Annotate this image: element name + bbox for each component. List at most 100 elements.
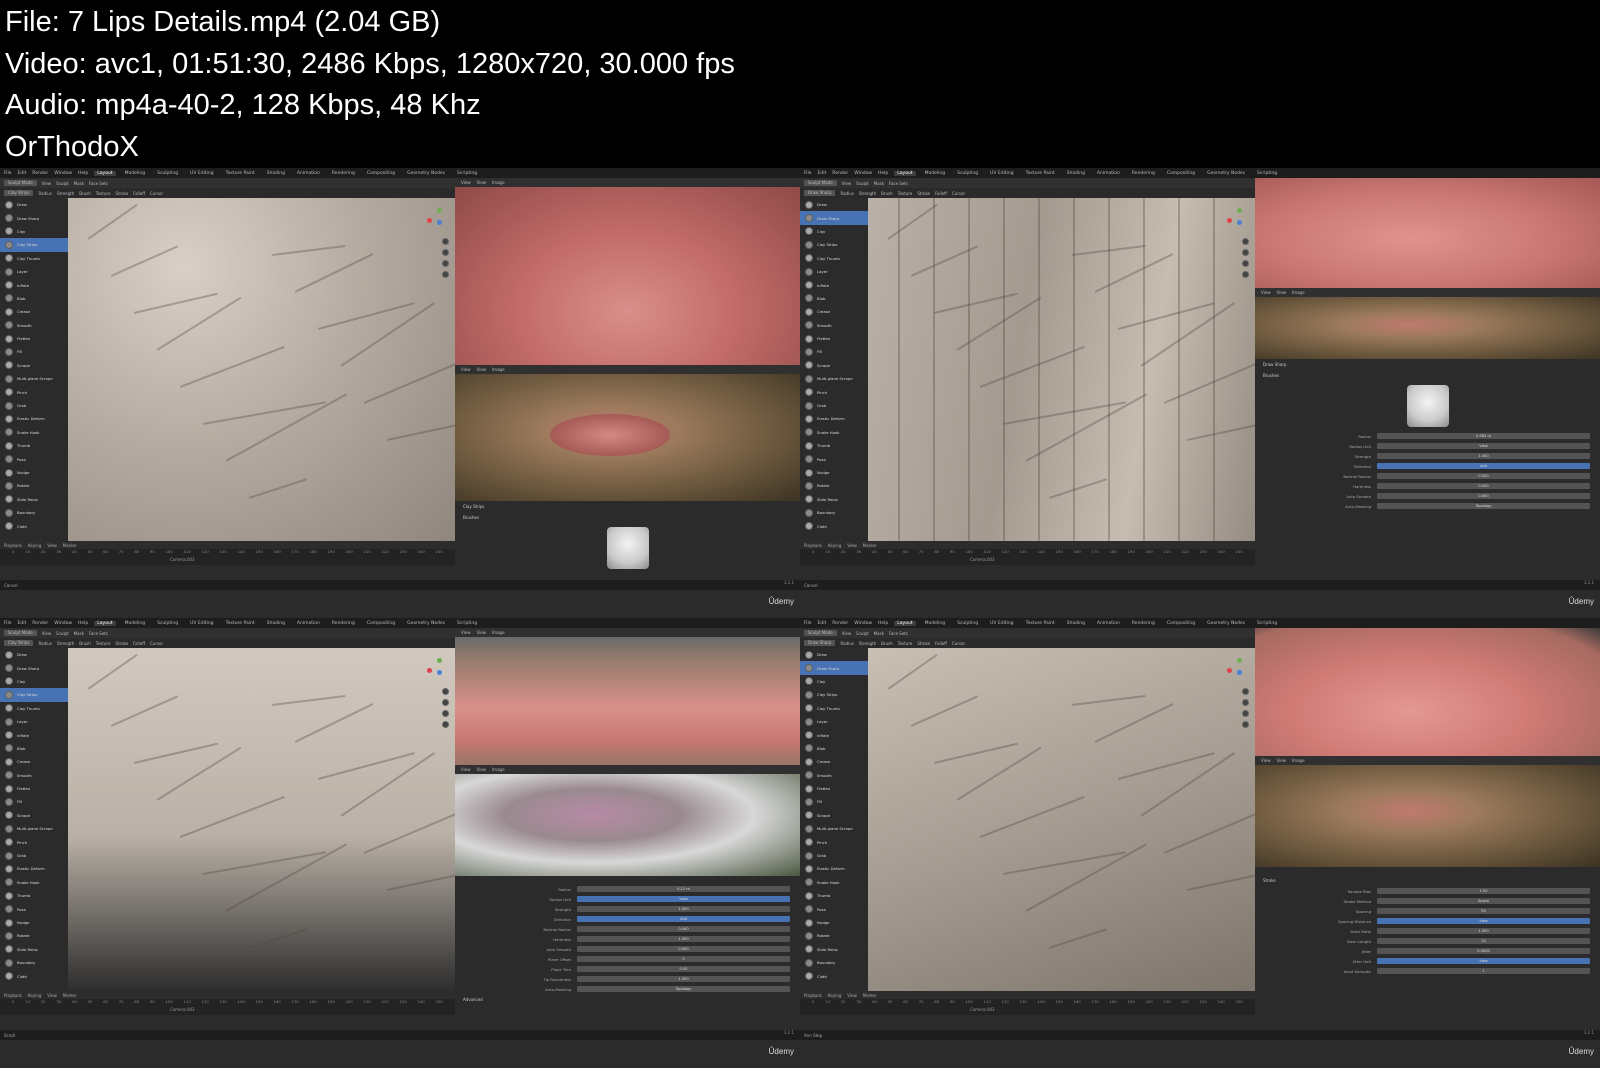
workspace-tab[interactable]: Texture Paint bbox=[223, 171, 258, 176]
timeline-menu[interactable]: Playback bbox=[804, 543, 822, 548]
hand-icon[interactable] bbox=[442, 699, 449, 706]
tool-smooth[interactable]: Smooth bbox=[800, 319, 868, 332]
brush-select[interactable]: Draw Sharp bbox=[804, 190, 836, 196]
zoom-icon[interactable] bbox=[442, 238, 449, 245]
menu-window[interactable]: Window bbox=[54, 621, 72, 626]
tool-setting[interactable]: Stroke bbox=[115, 641, 128, 646]
tool-crease[interactable]: Crease bbox=[0, 305, 68, 318]
timeline-menu[interactable]: Marker bbox=[863, 543, 877, 548]
tool-rotate[interactable]: Rotate bbox=[800, 479, 868, 492]
timeline-menu[interactable]: Playback bbox=[4, 993, 22, 998]
menu-render[interactable]: Render bbox=[832, 171, 848, 176]
tool-nudge[interactable]: Nudge bbox=[800, 916, 868, 929]
tool-pose[interactable]: Pose bbox=[0, 902, 68, 915]
tool-elastic-deform[interactable]: Elastic Deform bbox=[0, 412, 68, 425]
tool-slide-relax[interactable]: Slide Relax bbox=[0, 943, 68, 956]
tool-fill[interactable]: Fill bbox=[0, 795, 68, 808]
tool-setting[interactable]: Texture bbox=[96, 641, 111, 646]
workspace-tab[interactable]: Geometry Nodes bbox=[1204, 171, 1248, 176]
property-value[interactable]: 3% bbox=[1377, 908, 1590, 914]
timeline-menu[interactable]: View bbox=[847, 543, 857, 548]
tool-inflate[interactable]: Inflate bbox=[800, 278, 868, 291]
header-menu[interactable]: View bbox=[842, 631, 852, 636]
image-menu[interactable]: Image bbox=[1292, 290, 1305, 295]
header-menu[interactable]: Mask bbox=[874, 181, 884, 186]
tool-cloth[interactable]: Cloth bbox=[0, 969, 68, 982]
workspace-tab[interactable]: UV Editing bbox=[987, 171, 1016, 176]
workspace-tab[interactable]: Rendering bbox=[1129, 171, 1158, 176]
tool-slide-relax[interactable]: Slide Relax bbox=[800, 493, 868, 506]
tool-blob[interactable]: Blob bbox=[0, 292, 68, 305]
image-menu[interactable]: View bbox=[1261, 758, 1271, 763]
tool-setting[interactable]: Falloff bbox=[133, 191, 145, 196]
tool-clay[interactable]: Clay bbox=[800, 675, 868, 688]
image-menu[interactable]: Image bbox=[1292, 758, 1305, 763]
tool-clay[interactable]: Clay bbox=[0, 225, 68, 238]
workspace-tab[interactable]: Modeling bbox=[922, 621, 948, 626]
workspace-tab[interactable]: Animation bbox=[294, 621, 323, 626]
tool-rotate[interactable]: Rotate bbox=[0, 479, 68, 492]
menu-edit[interactable]: Edit bbox=[18, 171, 27, 176]
property-value[interactable]: 0.500 bbox=[1377, 473, 1590, 479]
mode-select[interactable]: Sculpt Mode bbox=[804, 180, 837, 186]
timeline-menu[interactable]: Keying bbox=[28, 543, 41, 548]
tool-thumb[interactable]: Thumb bbox=[800, 889, 868, 902]
workspace-tab[interactable]: Compositing bbox=[1164, 171, 1198, 176]
tool-blob[interactable]: Blob bbox=[800, 292, 868, 305]
timeline-menu[interactable]: View bbox=[847, 993, 857, 998]
tool-pinch[interactable]: Pinch bbox=[800, 385, 868, 398]
tool-setting[interactable]: Stroke bbox=[917, 641, 930, 646]
tool-setting[interactable]: Radius bbox=[38, 641, 51, 646]
workspace-tab[interactable]: UV Editing bbox=[187, 171, 216, 176]
tool-clay[interactable]: Clay bbox=[800, 225, 868, 238]
tool-setting[interactable]: Falloff bbox=[935, 191, 947, 196]
tool-fill[interactable]: Fill bbox=[800, 345, 868, 358]
tool-elastic-deform[interactable]: Elastic Deform bbox=[0, 862, 68, 875]
workspace-tab[interactable]: Scripting bbox=[1254, 621, 1280, 626]
image-menu[interactable]: View bbox=[477, 767, 487, 772]
tool-rotate[interactable]: Rotate bbox=[800, 929, 868, 942]
property-value[interactable]: Topology bbox=[577, 986, 790, 992]
image-menu[interactable]: View bbox=[477, 180, 487, 185]
header-menu[interactable]: View bbox=[42, 631, 52, 636]
workspace-tab[interactable]: Modeling bbox=[922, 171, 948, 176]
tool-setting[interactable]: Texture bbox=[898, 641, 913, 646]
tool-clay-thumb[interactable]: Clay Thumb bbox=[0, 252, 68, 265]
property-value[interactable]: 0 bbox=[577, 956, 790, 962]
property-value[interactable]: 1.000 bbox=[1377, 453, 1590, 459]
tool-elastic-deform[interactable]: Elastic Deform bbox=[800, 862, 868, 875]
sculpt-viewport[interactable] bbox=[868, 648, 1255, 991]
grid-icon[interactable] bbox=[1242, 721, 1249, 728]
property-value[interactable]: 1.000 bbox=[577, 936, 790, 942]
workspace-tab[interactable]: Texture Paint bbox=[223, 621, 258, 626]
tool-scrape[interactable]: Scrape bbox=[800, 809, 868, 822]
tool-clay[interactable]: Clay bbox=[0, 675, 68, 688]
grid-icon[interactable] bbox=[442, 721, 449, 728]
camera-icon[interactable] bbox=[1242, 260, 1249, 267]
tool-clay-thumb[interactable]: Clay Thumb bbox=[800, 252, 868, 265]
tool-nudge[interactable]: Nudge bbox=[0, 466, 68, 479]
tool-inflate[interactable]: Inflate bbox=[0, 278, 68, 291]
navigation-gizmo[interactable] bbox=[1225, 206, 1247, 228]
tool-clay-strips[interactable]: Clay Strips bbox=[800, 688, 868, 701]
menu-render[interactable]: Render bbox=[32, 171, 48, 176]
workspace-tab[interactable]: Sculpting bbox=[154, 171, 181, 176]
property-value[interactable]: 1.00 bbox=[1377, 888, 1590, 894]
menu-window[interactable]: Window bbox=[854, 621, 872, 626]
image-menu[interactable]: View bbox=[1277, 290, 1287, 295]
tool-thumb[interactable]: Thumb bbox=[0, 439, 68, 452]
workspace-tab[interactable]: Shading bbox=[1064, 621, 1088, 626]
tool-rotate[interactable]: Rotate bbox=[0, 929, 68, 942]
image-menu[interactable]: Image bbox=[492, 630, 505, 635]
tool-smooth[interactable]: Smooth bbox=[0, 769, 68, 782]
tool-setting[interactable]: Radius bbox=[840, 641, 853, 646]
tool-setting[interactable]: Brush bbox=[79, 641, 91, 646]
tool-draw-sharp[interactable]: Draw Sharp bbox=[0, 661, 68, 674]
property-value[interactable]: 0.0000 bbox=[1377, 948, 1590, 954]
tool-clay-strips[interactable]: Clay Strips bbox=[0, 238, 68, 252]
image-menu[interactable]: View bbox=[461, 180, 471, 185]
workspace-tab[interactable]: Scripting bbox=[1254, 171, 1280, 176]
tool-setting[interactable]: Texture bbox=[898, 191, 913, 196]
tool-pinch[interactable]: Pinch bbox=[800, 835, 868, 848]
header-menu[interactable]: Face Sets bbox=[889, 181, 908, 186]
